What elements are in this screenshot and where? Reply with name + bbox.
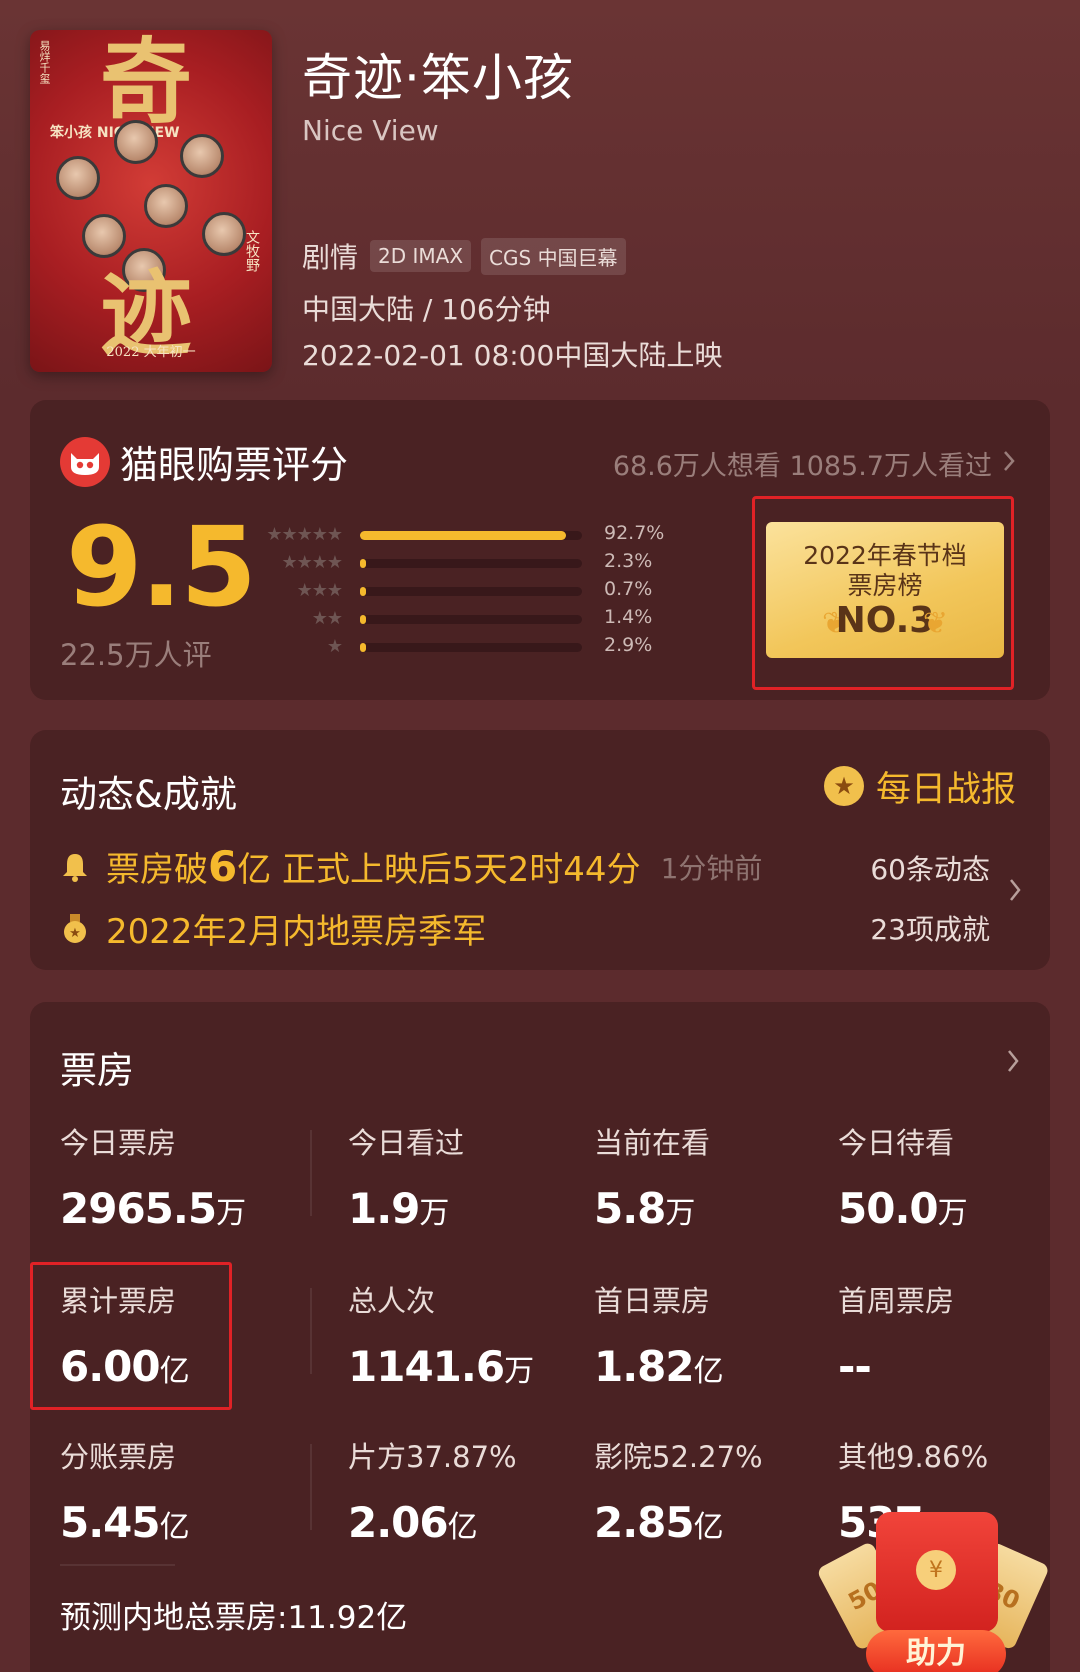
rating-distribution: ★★★★★ 92.7% ★★★★ 2.3% ★★★ 0.7% ★★ 1.4% ★…: [252, 522, 672, 664]
star-icon: ★: [326, 636, 343, 657]
daily-report-button[interactable]: ★ 每日战报: [810, 758, 1020, 814]
red-envelope-widget[interactable]: 50 30 ¥ 助力: [816, 1502, 1051, 1672]
rating-count: 22.5万人评: [60, 638, 212, 672]
rating-score: 9.5: [66, 503, 257, 631]
achievement-text: 2022年2月内地票房季军: [106, 912, 487, 952]
box-office-title: 票房: [60, 1049, 134, 1092]
dynamics-time: 1分钟前: [660, 851, 763, 885]
rating-title: 猫眼购票评分: [120, 443, 349, 487]
star-icon: ★★★★★: [266, 524, 343, 545]
stat-today-pending: 今日待看 50.0万: [838, 1126, 968, 1233]
achievement-item[interactable]: ★ 2022年2月内地票房季军: [60, 904, 486, 953]
distribution-percent: 1.4%: [604, 606, 653, 628]
rank-line2: 票房榜: [847, 571, 923, 600]
star-icon: ★★★★: [281, 552, 343, 573]
stat-split-box-office: 分账票房 5.45亿: [60, 1440, 190, 1547]
format-tag: CGS 中国巨幕: [481, 237, 626, 275]
svg-text:★: ★: [69, 926, 81, 941]
bell-icon: [60, 852, 90, 882]
daily-report-label: 每日战报: [875, 769, 1016, 810]
distribution-bar-track: [360, 559, 582, 568]
stat-total-admissions: 总人次 1141.6万: [348, 1284, 534, 1391]
medal-icon: ★: [823, 766, 864, 806]
maoyan-cat-icon: [60, 436, 110, 487]
dynamics-title: 动态&成就: [60, 773, 237, 816]
poster-char-top: 奇: [100, 30, 193, 136]
distribution-percent: 0.7%: [604, 578, 653, 600]
region-duration: 中国大陆 / 106分钟: [302, 293, 551, 326]
chevron-right-icon: [1002, 448, 1016, 479]
want-watch-text: 68.6万人想看 1085.7万人看过: [612, 451, 992, 482]
star-icon: ★★★: [296, 580, 343, 601]
distribution-bar: [360, 531, 566, 540]
laurel-right-icon: ❦: [922, 606, 948, 641]
distribution-bar: [360, 615, 366, 624]
dynamics-item[interactable]: 票房破6亿 正式上映后5天2时44分 1分钟前: [60, 842, 762, 891]
distribution-bar-track: [360, 587, 582, 596]
release-date: 2022-02-01 08:00中国大陆上映: [302, 339, 723, 372]
column-divider: [310, 1288, 312, 1374]
rating-card: 猫眼购票评分 68.6万人想看 1085.7万人看过 9.5 22.5万人评 ★…: [30, 400, 1050, 700]
distribution-bar: [360, 559, 366, 568]
achievement-count: 23项成就: [870, 913, 990, 946]
stat-watching-now: 当前在看 5.8万: [594, 1126, 711, 1233]
movie-title-en: Nice View: [302, 114, 439, 147]
distribution-row: ★★ 1.4%: [252, 606, 672, 636]
medal-icon: ★: [60, 913, 90, 944]
forecast-total-box-office: 预测内地总票房:11.92亿: [60, 1600, 408, 1636]
distribution-row: ★★★★ 2.3%: [252, 550, 672, 580]
genre-row: 剧情 2D IMAX CGS 中国巨幕: [302, 236, 626, 276]
distribution-bar-track: [360, 615, 582, 624]
column-divider: [310, 1130, 312, 1216]
rank-number: NO.3: [835, 600, 935, 641]
stat-today-watched: 今日看过 1.9万: [348, 1126, 465, 1233]
distribution-row: ★★★ 0.7%: [252, 578, 672, 608]
distribution-percent: 2.9%: [604, 634, 653, 656]
dynamics-card[interactable]: 动态&成就 ★ 每日战报 票房破6亿 正式上映后5天2时44分 1分钟前 ★ 2…: [30, 730, 1050, 970]
distribution-row: ★ 2.9%: [252, 634, 672, 664]
poster-side-right: 文牧野: [244, 230, 260, 272]
stat-today-box-office: 今日票房 2965.5万: [60, 1126, 246, 1233]
movie-poster[interactable]: 易烊千玺 奇 笨小孩 NICE VIEW 迹 文牧野 2022 大年初一: [30, 30, 272, 372]
chevron-right-icon[interactable]: [1008, 876, 1022, 911]
column-divider: [310, 1444, 312, 1530]
distribution-bar-track: [360, 643, 582, 652]
dynamics-count: 60条动态: [870, 853, 990, 886]
chevron-right-icon[interactable]: [1006, 1044, 1020, 1082]
poster-date: 2022 大年初一: [106, 345, 196, 360]
stat-producer-share: 片方37.87% 2.06亿: [348, 1440, 517, 1547]
dynamics-text: 票房破6亿 正式上映后5天2时44分: [106, 842, 641, 891]
distribution-percent: 92.7%: [604, 522, 665, 544]
distribution-row: ★★★★★ 92.7%: [252, 522, 672, 552]
stat-first-week: 首周票房 --: [838, 1284, 955, 1391]
movie-title: 奇迹·笨小孩: [302, 49, 574, 107]
stat-first-day: 首日票房 1.82亿: [594, 1284, 724, 1391]
distribution-bar-track: [360, 531, 582, 540]
star-icon: ★★: [311, 608, 343, 629]
stat-cumulative-box-office: 累计票房 6.00亿: [60, 1284, 190, 1391]
distribution-percent: 2.3%: [604, 550, 653, 572]
stat-cinema-share: 影院52.27% 2.85亿: [594, 1440, 763, 1547]
want-watch-link[interactable]: 68.6万人想看 1085.7万人看过: [613, 444, 1016, 483]
coin-icon: ¥: [916, 1550, 956, 1590]
divider: [60, 1564, 175, 1566]
poster-side-left: 易烊千玺: [38, 40, 51, 84]
format-tag: 2D IMAX: [370, 240, 472, 272]
distribution-bar: [360, 587, 366, 596]
distribution-bar: [360, 643, 367, 652]
box-office-rank-badge[interactable]: 2022年春节档 票房榜 ❦ NO.3 ❦: [766, 522, 1004, 658]
boost-button[interactable]: 助力: [866, 1630, 1006, 1672]
rating-brand: 猫眼购票评分: [60, 434, 348, 489]
movie-genre: 剧情: [302, 241, 359, 274]
